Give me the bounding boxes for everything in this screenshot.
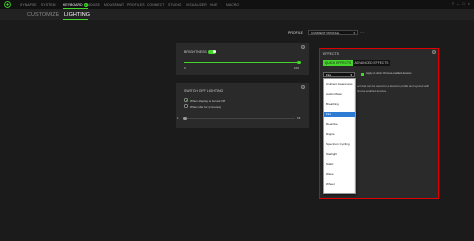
top-nav-label: MOUSEMAT (104, 2, 125, 7)
apply-label: Apply to other Chroma enabled devices (366, 72, 412, 75)
effects-title: EFFECTS (323, 52, 339, 56)
top-nav-label: STUDIO (168, 2, 182, 7)
idle-min-label: 1 (177, 116, 179, 120)
tab-lighting[interactable]: LIGHTING (64, 12, 90, 18)
effect-dropdown-list: Ambient Awareness Audio Meter Breathing Fir… (323, 78, 356, 194)
minimize-icon[interactable]: – (457, 2, 459, 6)
close-icon[interactable]: × (468, 2, 470, 6)
switch-off-title: SWITCH OFF LIGHTING (184, 89, 224, 93)
top-nav-item-macro[interactable]: MACRO (226, 3, 239, 7)
info-icon[interactable]: i (301, 85, 305, 89)
profile-more-button[interactable]: ··· (360, 30, 364, 35)
info-icon[interactable]: i (301, 45, 305, 49)
idle-slider[interactable] (183, 116, 295, 121)
maximize-icon[interactable]: □ (462, 2, 464, 6)
profile-label: PROFILE (288, 31, 303, 35)
effect-description-line-2: hroma-enabled devices. (357, 88, 387, 93)
brightness-title: BRIGHTNESS (184, 50, 207, 54)
top-nav-item-visualizer[interactable]: VISUALIZER (186, 3, 207, 7)
tab-active-indicator (63, 19, 88, 20)
brightness-min-label: 0 (184, 66, 186, 70)
brightness-slider-handle[interactable] (297, 60, 301, 65)
effect-selected-value: Fire (326, 73, 332, 77)
top-nav-label: HUE (210, 2, 218, 7)
effect-option-ripple[interactable]: Ripple (324, 132, 355, 137)
top-nav-item-mousemat[interactable]: MOUSEMAT (104, 3, 124, 7)
effect-description-line-1: ect that can be saved to a device's prof… (357, 84, 430, 88)
top-nav-item-mouse[interactable]: MOUSE (87, 3, 100, 7)
apply-checkbox[interactable] (361, 72, 364, 76)
profile-value: CURRENT PROFILE (311, 31, 340, 35)
top-nav-item-system[interactable]: SYSTEM (41, 3, 56, 7)
tab-customize[interactable]: CUSTOMIZE (27, 12, 59, 18)
brightness-panel (176, 43, 309, 75)
tab-advanced-effects[interactable]: ADVANCED EFFECTS (353, 60, 390, 66)
top-nav-item-hue[interactable]: HUE (210, 3, 217, 7)
effect-option-wheel[interactable]: Wheel (324, 182, 355, 187)
effect-option-starlight[interactable]: Starlight (324, 152, 355, 157)
top-nav-label: KEYBOARD (63, 2, 83, 7)
idle-max-label: 15 (297, 116, 301, 120)
effect-option-breathing[interactable]: Breathing (324, 102, 355, 107)
top-nav-label: MOUSE (87, 2, 100, 7)
top-nav-item-synapse[interactable]: SYNAPSE (20, 3, 37, 7)
window-controls: ? – □ × (452, 2, 470, 6)
chevron-down-icon: ▾ (353, 31, 355, 35)
top-nav-item-profiles[interactable]: PROFILES (127, 3, 145, 7)
effect-option-static[interactable]: Static (324, 162, 355, 167)
chevron-down-icon: ▾ (350, 73, 352, 77)
idle-radio[interactable] (184, 104, 188, 108)
top-nav-label: MACRO (226, 2, 240, 7)
display-off-radio[interactable] (184, 98, 188, 102)
effect-option-ambient-awareness[interactable]: Ambient Awareness (324, 82, 355, 87)
idle-label: When idle for (minutes) (190, 104, 222, 109)
effect-description: ect that can be saved to a device's prof… (357, 84, 435, 93)
effect-option-reactive[interactable]: Reactive (324, 122, 355, 127)
top-nav-item-keyboard[interactable]: KEYBOARD 2 (63, 2, 88, 9)
info-icon[interactable]: i (432, 50, 436, 54)
display-off-label: When display is turned Off (190, 98, 226, 103)
sub-nav-bar: CUSTOMIZE LIGHTING (0, 9, 474, 20)
top-nav-label: VISUALIZER (186, 2, 207, 7)
top-nav-label: SYSTEM (41, 2, 56, 7)
brightness-slider[interactable] (184, 60, 301, 65)
top-nav-item-studio[interactable]: STUDIO (168, 3, 181, 7)
brightness-max-label: 100 (294, 66, 300, 70)
effect-option-audio-meter[interactable]: Audio Meter (324, 92, 355, 97)
razer-logo-icon[interactable] (4, 1, 11, 8)
profile-dropdown[interactable]: CURRENT PROFILE ▾ (308, 30, 358, 35)
help-icon[interactable]: ? (452, 2, 454, 6)
tab-quick-effects[interactable]: QUICK EFFECTS (323, 60, 353, 66)
top-nav-label: CONNECT (147, 2, 165, 7)
top-nav-label: PROFILES (127, 2, 145, 7)
effect-dropdown[interactable]: Fire ▾ (323, 72, 355, 77)
brightness-slider-fill (184, 62, 299, 63)
top-nav-item-connect[interactable]: CONNECT (147, 3, 164, 7)
top-nav-bar: SYNAPSE SYSTEM KEYBOARD 2 MOUSE MOUSEMAT PROFI… (0, 0, 474, 9)
effect-option-spectrum-cycling[interactable]: Spectrum Cycling (324, 142, 355, 147)
idle-slider-handle[interactable] (183, 116, 187, 121)
effect-option-fire[interactable]: Fire (324, 112, 355, 117)
top-nav-label: SYNAPSE (20, 2, 37, 7)
effect-option-wave[interactable]: Wave (324, 172, 355, 177)
brightness-toggle[interactable] (208, 49, 216, 54)
